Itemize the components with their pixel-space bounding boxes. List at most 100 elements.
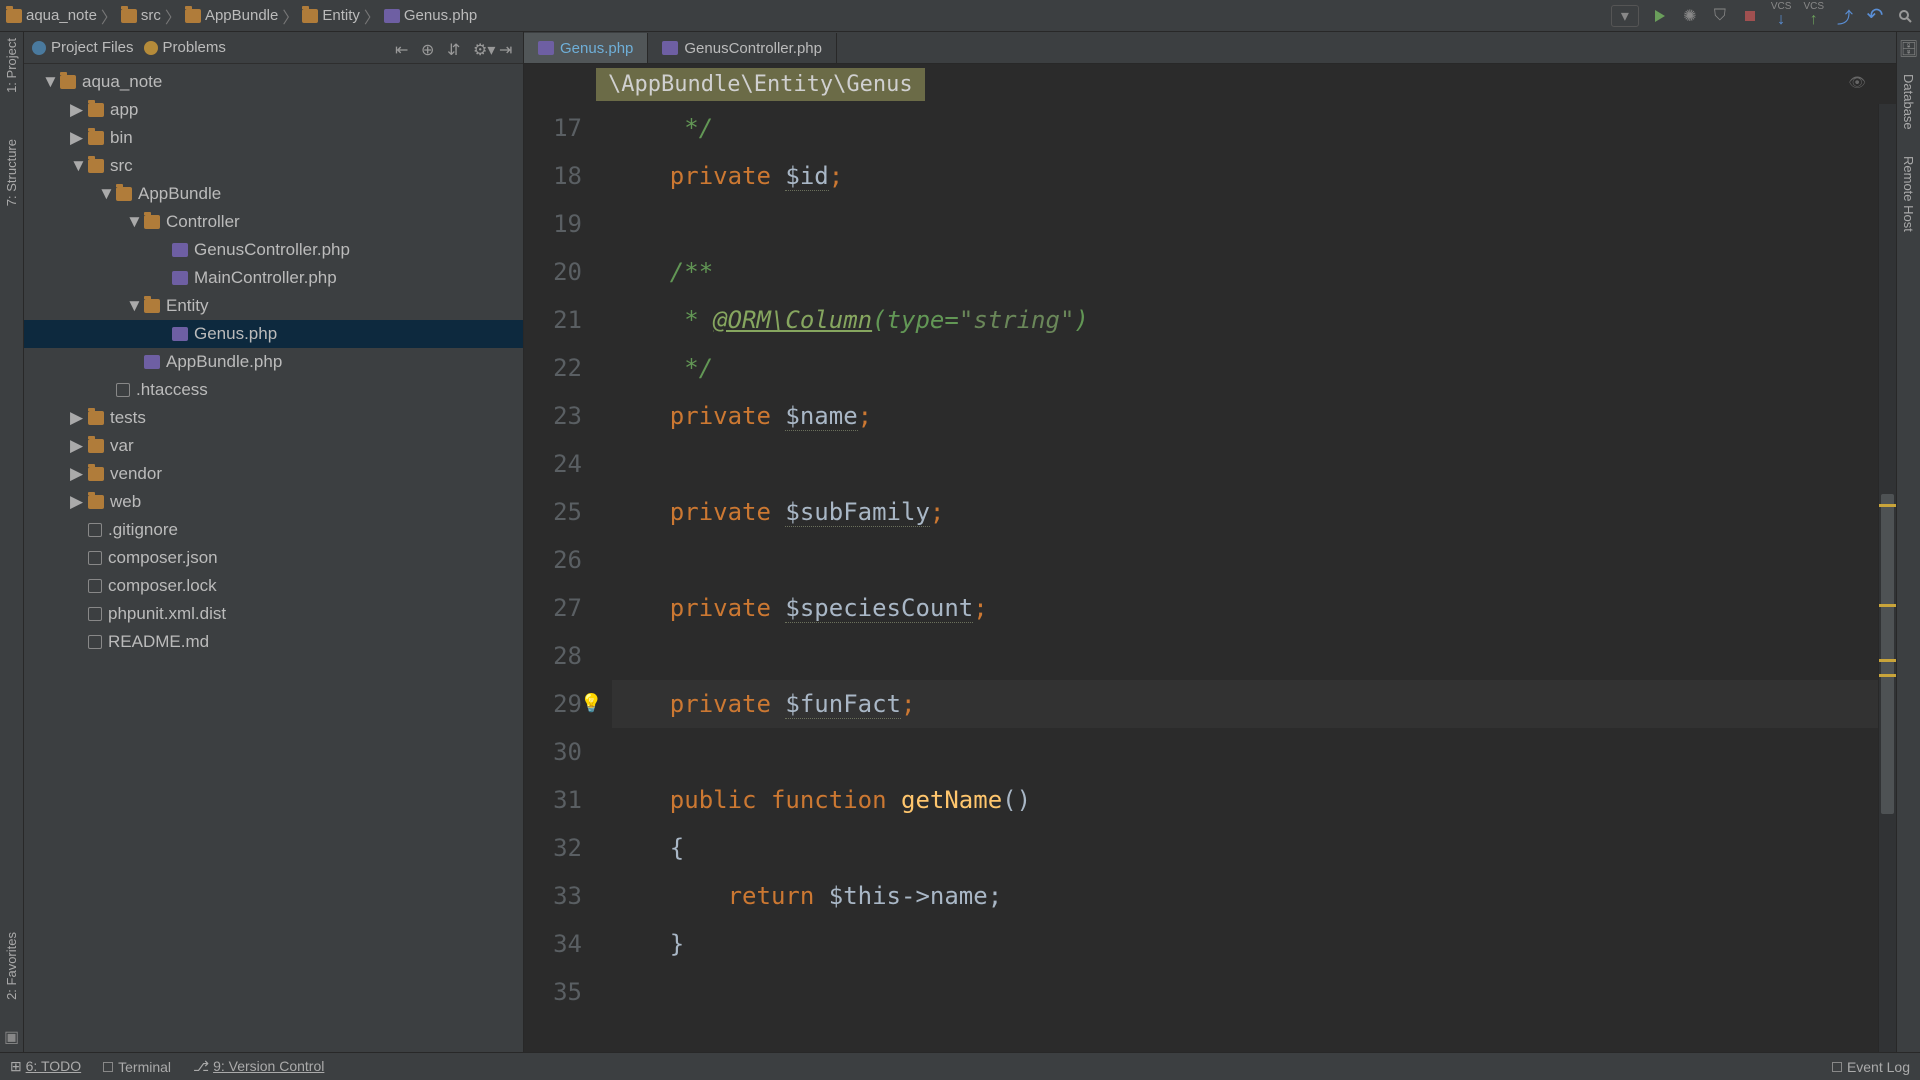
tree-item[interactable]: ▼Controller xyxy=(24,208,523,236)
status-todo[interactable]: ⊞ 6: TODO xyxy=(10,1058,81,1075)
undo-icon[interactable]: ↶ xyxy=(1866,7,1884,25)
code-line[interactable] xyxy=(612,728,1878,776)
tree-item[interactable]: Genus.php xyxy=(24,320,523,348)
push-icon[interactable]: ⤴ xyxy=(1836,7,1854,25)
database-icon[interactable]: 🗄 xyxy=(1900,40,1918,58)
stop-icon[interactable] xyxy=(1741,7,1759,25)
tree-item-label: tests xyxy=(110,408,146,428)
warning-mark[interactable] xyxy=(1879,604,1896,607)
tree-item[interactable]: ▶app xyxy=(24,96,523,124)
collapse-icon[interactable]: ⇤ xyxy=(395,40,411,56)
expand-arrow-icon[interactable]: ▼ xyxy=(126,212,138,232)
tree-item[interactable]: ▶ tests xyxy=(24,404,523,432)
tree-item[interactable]: ▶var xyxy=(24,432,523,460)
code-line[interactable]: private $name; xyxy=(612,392,1878,440)
expand-arrow-icon[interactable]: ▶ xyxy=(70,100,82,120)
gear-icon[interactable]: ⚙▾ xyxy=(473,40,489,56)
code-line[interactable]: return $this->name; xyxy=(612,872,1878,920)
code-line[interactable]: private $speciesCount; xyxy=(612,584,1878,632)
code-line[interactable] xyxy=(612,632,1878,680)
hide-icon[interactable]: ⇥ xyxy=(499,40,515,56)
tree-item[interactable]: ▶web xyxy=(24,488,523,516)
code-line[interactable]: */ xyxy=(612,104,1878,152)
tool-windows-toggle-icon[interactable]: ▣ xyxy=(3,1028,21,1046)
tree-item[interactable]: phpunit.xml.dist xyxy=(24,600,523,628)
tool-window-favorites[interactable]: 2: Favorites xyxy=(4,932,19,1000)
error-stripe[interactable] xyxy=(1878,104,1896,1052)
expand-arrow-icon[interactable]: ▶ xyxy=(70,408,82,428)
code-line[interactable]: * @ORM\Column(type="string") xyxy=(612,296,1878,344)
editor-tab[interactable]: GenusController.php xyxy=(648,33,837,63)
tree-item[interactable]: ▶vendor xyxy=(24,460,523,488)
code-line[interactable]: 💡 private $funFact; xyxy=(612,680,1878,728)
project-tree[interactable]: ▼aqua_note▶app▶bin▼src▼AppBundle▼Control… xyxy=(24,64,523,1052)
inspections-eye-icon[interactable]: 👁 xyxy=(1848,74,1866,91)
tree-item[interactable]: MainController.php xyxy=(24,264,523,292)
tree-item[interactable]: ▶bin xyxy=(24,124,523,152)
vcs-commit-button[interactable]: VCS↑ xyxy=(1803,2,1824,29)
debug-icon[interactable]: ✺ xyxy=(1681,7,1699,25)
sort-icon[interactable]: ⇵ xyxy=(447,40,463,56)
expand-arrow-icon[interactable]: ▶ xyxy=(70,492,82,512)
namespace-breadcrumb[interactable]: \AppBundle\Entity\Genus xyxy=(596,68,925,101)
editor-tab[interactable]: Genus.php xyxy=(524,33,648,63)
tree-item[interactable]: README.md xyxy=(24,628,523,656)
tree-item[interactable]: composer.json xyxy=(24,544,523,572)
tool-window-project[interactable]: 1: Project xyxy=(4,38,19,93)
status-version-control[interactable]: ⎇ 9: Version Control xyxy=(193,1058,324,1075)
code-area[interactable]: 17181920212223242526272829303132333435 *… xyxy=(524,104,1896,1052)
expand-arrow-icon[interactable]: ▶ xyxy=(70,128,82,148)
expand-arrow-icon[interactable]: ▶ xyxy=(70,436,82,456)
scrollbar-thumb[interactable] xyxy=(1881,494,1894,814)
tree-item[interactable]: GenusController.php xyxy=(24,236,523,264)
run-config-dropdown[interactable]: ▾ xyxy=(1611,5,1639,27)
vcs-update-button[interactable]: VCS↓ xyxy=(1771,2,1792,29)
code-line[interactable]: public function getName() xyxy=(612,776,1878,824)
breadcrumb-item[interactable]: AppBundle xyxy=(185,7,278,24)
search-icon[interactable] xyxy=(1896,7,1914,25)
code-line[interactable]: { xyxy=(612,824,1878,872)
code-line[interactable] xyxy=(612,968,1878,1016)
tree-item[interactable]: ▼AppBundle xyxy=(24,180,523,208)
tree-item[interactable]: composer.lock xyxy=(24,572,523,600)
warning-mark[interactable] xyxy=(1879,674,1896,677)
intention-bulb-icon[interactable]: 💡 xyxy=(580,680,602,728)
project-tab-problems[interactable]: Problems xyxy=(144,39,226,56)
code-line[interactable] xyxy=(612,200,1878,248)
status-terminal[interactable]: Terminal xyxy=(103,1059,171,1075)
locate-icon[interactable]: ⊕ xyxy=(421,40,437,56)
tree-item[interactable]: ▼aqua_note xyxy=(24,68,523,96)
expand-arrow-icon[interactable]: ▼ xyxy=(42,72,54,92)
fold-gutter[interactable] xyxy=(596,104,612,1052)
code-line[interactable]: /** xyxy=(612,248,1878,296)
breadcrumb-item[interactable]: Entity xyxy=(302,7,360,24)
tree-item[interactable]: .htaccess xyxy=(24,376,523,404)
tool-window-remote-host[interactable]: Remote Host xyxy=(1901,156,1916,232)
tool-window-structure[interactable]: 7: Structure xyxy=(4,139,19,206)
tree-item[interactable]: ▼src xyxy=(24,152,523,180)
code-line[interactable] xyxy=(612,440,1878,488)
code-line[interactable]: } xyxy=(612,920,1878,968)
breadcrumb-item[interactable]: Genus.php xyxy=(384,7,477,24)
expand-arrow-icon[interactable]: ▼ xyxy=(70,156,82,176)
tool-window-database[interactable]: Database xyxy=(1901,74,1916,130)
warning-mark[interactable] xyxy=(1879,659,1896,662)
tree-item[interactable]: ▼Entity xyxy=(24,292,523,320)
project-tab-files[interactable]: Project Files xyxy=(32,39,134,56)
expand-arrow-icon[interactable]: ▼ xyxy=(126,296,138,316)
code-line[interactable]: private $subFamily; xyxy=(612,488,1878,536)
code-line[interactable] xyxy=(612,536,1878,584)
status-event-log[interactable]: Event Log xyxy=(1832,1059,1910,1075)
breadcrumb-item[interactable]: src xyxy=(121,7,161,24)
code-lines[interactable]: */ private $id; /** * @ORM\Column(type="… xyxy=(612,104,1878,1052)
tree-item[interactable]: AppBundle.php xyxy=(24,348,523,376)
breadcrumb-item[interactable]: aqua_note xyxy=(6,7,97,24)
expand-arrow-icon[interactable]: ▼ xyxy=(98,184,110,204)
expand-arrow-icon[interactable]: ▶ xyxy=(70,464,82,484)
tree-item[interactable]: .gitignore xyxy=(24,516,523,544)
warning-mark[interactable] xyxy=(1879,504,1896,507)
code-line[interactable]: private $id; xyxy=(612,152,1878,200)
play-icon[interactable] xyxy=(1651,7,1669,25)
coverage-icon[interactable]: ⛉ xyxy=(1711,7,1729,25)
code-line[interactable]: */ xyxy=(612,344,1878,392)
